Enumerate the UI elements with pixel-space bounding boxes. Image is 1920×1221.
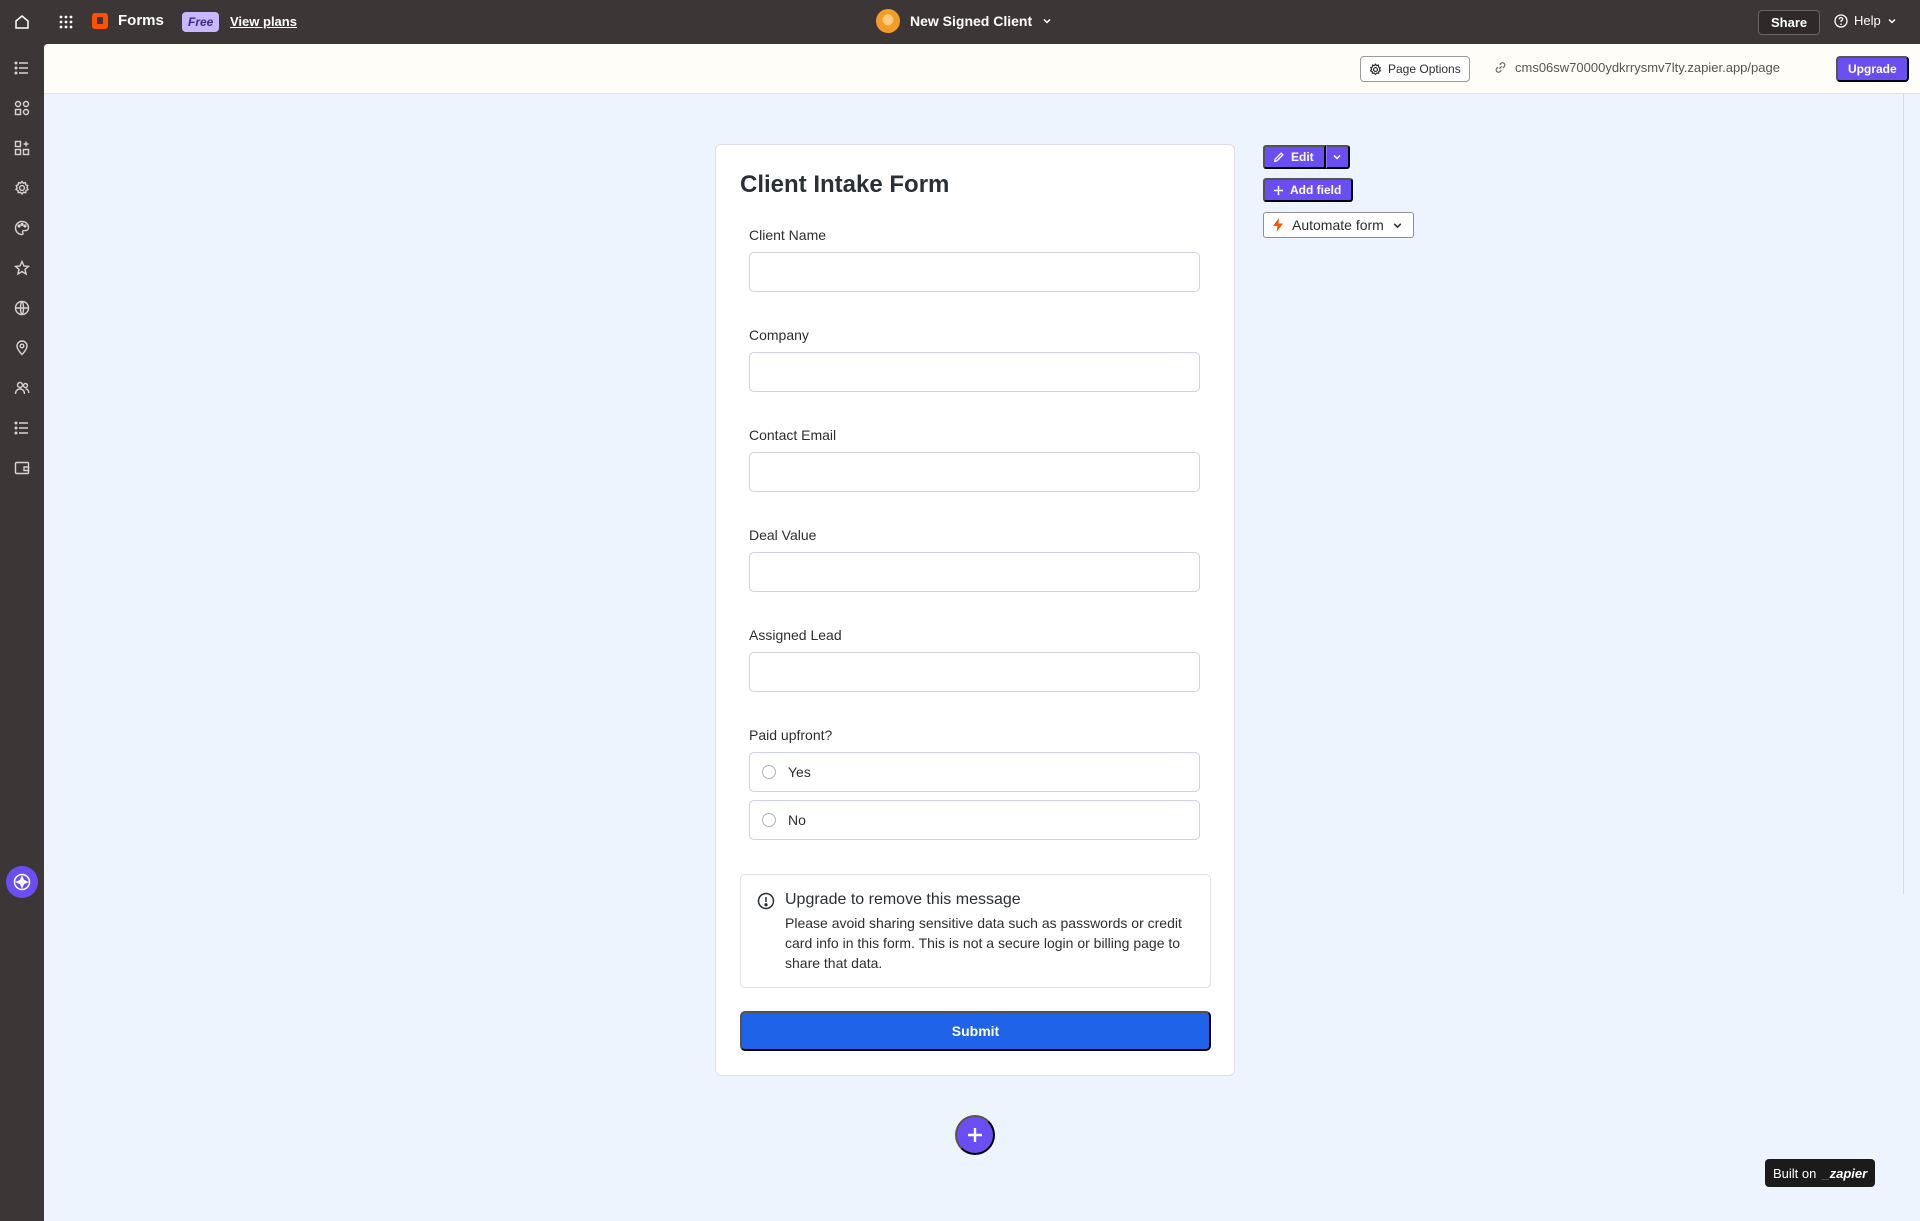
add-field-label: Add field — [1290, 183, 1342, 197]
page-options-button[interactable]: Page Options — [1360, 56, 1470, 82]
globe-icon[interactable] — [10, 296, 34, 320]
radio-option-no[interactable]: No — [749, 800, 1200, 840]
alert-circle-icon — [757, 892, 775, 910]
company-input[interactable] — [749, 352, 1200, 392]
client-name-label: Client Name — [749, 227, 827, 243]
plus-icon — [968, 1128, 982, 1142]
built-on-zapier-badge[interactable]: Built on zapier — [1765, 1159, 1876, 1187]
add-field-button[interactable]: Add field — [1263, 178, 1354, 202]
radio-circle[interactable] — [762, 813, 776, 827]
forms-logo-icon — [92, 12, 108, 29]
project-name: New Signed Client — [910, 13, 1033, 29]
project-avatar — [876, 9, 900, 33]
pencil-icon — [1273, 152, 1284, 163]
brand-name: Forms — [118, 12, 164, 29]
upgrade-button[interactable]: Upgrade — [1836, 56, 1909, 82]
top-bar: Forms Free View plans New Signed Client … — [0, 0, 1920, 44]
main-canvas: Page Options cms06sw70000ydkrrysmv7lty.z… — [44, 44, 1920, 1221]
form-card: Client Intake Form Client Name Company C… — [715, 144, 1235, 1076]
add-widget-icon[interactable] — [10, 136, 34, 160]
client-name-input[interactable] — [749, 252, 1200, 292]
page-url-link[interactable]: cms06sw70000ydkrrysmv7lty.zapier.app/pag… — [1494, 60, 1780, 75]
plus-icon — [1273, 185, 1284, 195]
zapier-logo: zapier — [1822, 1166, 1868, 1181]
automate-form-button[interactable]: Automate form — [1263, 212, 1414, 238]
company-label: Company — [749, 327, 809, 343]
help-icon — [1834, 13, 1848, 28]
deal-value-input[interactable] — [749, 552, 1200, 592]
add-block-button[interactable] — [955, 1115, 995, 1155]
chevron-down-icon — [1888, 18, 1896, 24]
link-icon — [1495, 62, 1506, 73]
components-icon[interactable] — [10, 96, 34, 120]
scrollbar-track[interactable] — [1903, 94, 1904, 894]
edit-label: Edit — [1291, 150, 1314, 164]
home-icon[interactable] — [10, 10, 34, 34]
edit-button[interactable]: Edit — [1263, 145, 1326, 169]
page-toolbar: Page Options cms06sw70000ydkrrysmv7lty.z… — [44, 44, 1920, 94]
project-switcher[interactable]: New Signed Client — [876, 9, 1052, 33]
brand[interactable]: Forms — [92, 12, 164, 29]
page-options-label: Page Options — [1388, 62, 1461, 76]
radio-option-yes[interactable]: Yes — [749, 752, 1200, 792]
location-pin-icon[interactable] — [10, 336, 34, 360]
built-on-label: Built on — [1773, 1165, 1817, 1181]
edit-button-group: Edit — [1263, 145, 1350, 169]
radio-circle[interactable] — [762, 765, 776, 779]
form-title: Client Intake Form — [740, 171, 950, 198]
radio-label-no: No — [788, 812, 806, 828]
deal-value-label: Deal Value — [749, 527, 817, 543]
users-icon[interactable] — [10, 376, 34, 400]
lightning-bolt-icon — [1273, 218, 1283, 232]
chevron-down-icon — [1333, 154, 1341, 160]
notice-body: Please avoid sharing sensitive data such… — [785, 915, 1182, 971]
settings-icon — [1369, 62, 1382, 75]
share-button[interactable]: Share — [1758, 10, 1821, 35]
plan-badge: Free — [182, 12, 220, 32]
list-icon[interactable] — [10, 56, 34, 80]
automate-form-label: Automate form — [1292, 217, 1384, 233]
settings-icon[interactable] — [10, 176, 34, 200]
palette-icon[interactable] — [10, 216, 34, 240]
wallet-icon[interactable] — [10, 456, 34, 480]
paid-upfront-label: Paid upfront? — [749, 727, 833, 743]
assigned-lead-label: Assigned Lead — [749, 627, 842, 643]
star-icon[interactable] — [10, 256, 34, 280]
view-plans-link[interactable]: View plans — [230, 14, 297, 29]
contact-email-label: Contact Email — [749, 427, 837, 443]
submit-button[interactable]: Submit — [740, 1011, 1211, 1051]
assigned-lead-input[interactable] — [749, 652, 1200, 692]
contact-email-input[interactable] — [749, 452, 1200, 492]
notice-title: Upgrade to remove this message — [785, 891, 1021, 908]
assistant-icon[interactable] — [6, 866, 38, 898]
chevron-down-icon — [1393, 222, 1402, 228]
edit-dropdown-button[interactable] — [1325, 145, 1350, 169]
upgrade-notice: Upgrade to remove this message Please av… — [740, 874, 1211, 988]
help-label: Help — [1854, 13, 1881, 28]
page-url-text: cms06sw70000ydkrrysmv7lty.zapier.app/pag… — [1515, 60, 1780, 75]
list-detail-icon[interactable] — [10, 416, 34, 440]
chevron-down-icon — [1043, 18, 1051, 24]
radio-label-yes: Yes — [788, 764, 811, 780]
help-menu[interactable]: Help — [1834, 13, 1897, 28]
app-grid-icon[interactable] — [54, 10, 78, 34]
left-rail — [0, 44, 44, 1221]
